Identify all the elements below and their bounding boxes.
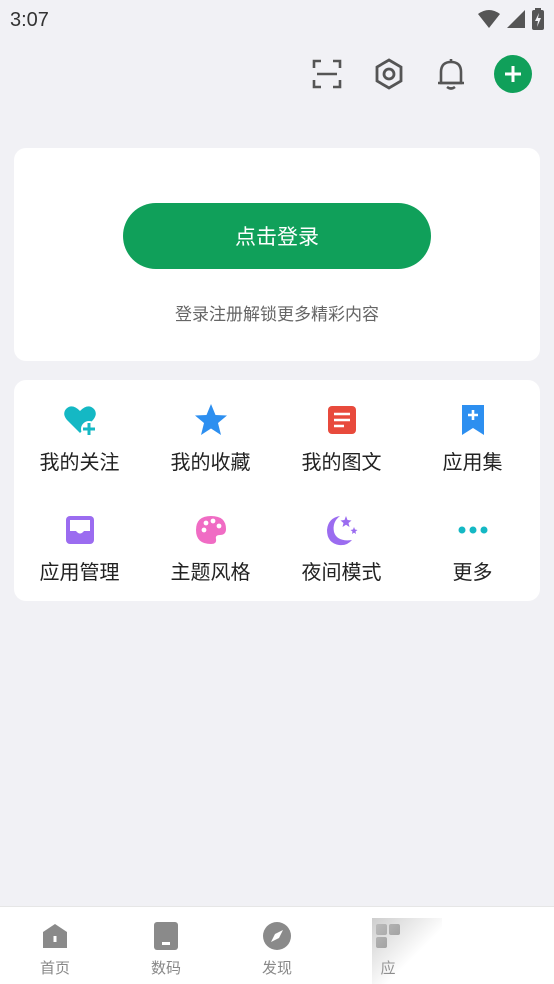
menu-item-more[interactable]: 更多 — [407, 490, 538, 590]
device-icon — [151, 921, 181, 951]
heart-plus-icon — [62, 402, 98, 438]
add-button[interactable] — [494, 55, 532, 93]
star-icon — [193, 402, 229, 438]
menu-item-favorites[interactable]: 我的收藏 — [145, 380, 276, 480]
status-time: 3:07 — [10, 8, 49, 31]
document-icon — [324, 402, 360, 438]
menu-item-night-mode[interactable]: 夜间模式 — [276, 490, 407, 590]
compass-icon — [262, 921, 292, 951]
nav-label: 发现 — [261, 959, 292, 977]
bell-icon[interactable] — [432, 55, 470, 93]
home-icon — [40, 921, 70, 951]
login-card: 点击登录 登录注册解锁更多精彩内容 — [14, 148, 540, 361]
status-icons — [478, 8, 544, 30]
settings-icon[interactable] — [370, 55, 408, 93]
menu-label: 我的图文 — [301, 450, 382, 474]
login-hint: 登录注册解锁更多精彩内容 — [175, 305, 379, 325]
toolbar — [308, 52, 532, 96]
menu-grid: 我的关注 我的收藏 我的图文 应用集 应用管理 主题风格 夜间模式 更多 — [14, 380, 540, 601]
moon-stars-icon — [324, 512, 360, 548]
menu-label: 夜间模式 — [301, 560, 382, 584]
bookmark-plus-icon — [455, 402, 491, 438]
menu-item-posts[interactable]: 我的图文 — [276, 380, 407, 480]
menu-label: 应用管理 — [39, 560, 120, 584]
signal-icon — [507, 10, 525, 28]
scan-icon[interactable] — [308, 55, 346, 93]
nav-label: 数码 — [150, 959, 181, 977]
inbox-icon — [62, 512, 98, 548]
menu-item-app-manage[interactable]: 应用管理 — [14, 490, 145, 590]
menu-card: 我的关注 我的收藏 我的图文 应用集 应用管理 主题风格 夜间模式 更多 — [14, 380, 540, 601]
nav-item-discover[interactable]: 发现 — [222, 907, 332, 984]
more-dots-icon — [455, 512, 491, 548]
battery-icon — [532, 8, 544, 30]
wifi-icon — [478, 10, 500, 28]
menu-item-following[interactable]: 我的关注 — [14, 380, 145, 480]
bottom-nav: 首页 数码 发现 应 — [0, 906, 554, 984]
menu-item-theme[interactable]: 主题风格 — [145, 490, 276, 590]
menu-label: 主题风格 — [170, 560, 251, 584]
menu-item-app-collection[interactable]: 应用集 — [407, 380, 538, 480]
login-button[interactable]: 点击登录 — [123, 203, 431, 269]
menu-label: 更多 — [452, 560, 493, 584]
add-icon — [505, 66, 521, 82]
page-curl-overlay — [372, 918, 442, 984]
nav-item-home[interactable]: 首页 — [0, 907, 110, 984]
palette-icon — [193, 512, 229, 548]
menu-label: 我的关注 — [39, 450, 120, 474]
menu-label: 应用集 — [442, 450, 503, 474]
nav-label: 首页 — [39, 959, 70, 977]
status-bar: 3:07 — [0, 0, 554, 40]
nav-item-digital[interactable]: 数码 — [111, 907, 221, 984]
menu-label: 我的收藏 — [170, 450, 251, 474]
